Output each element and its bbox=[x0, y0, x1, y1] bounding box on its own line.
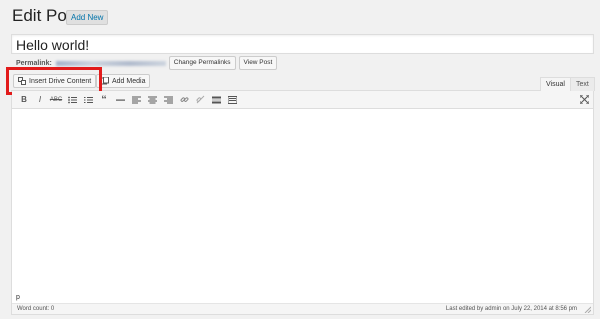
fullscreen-icon[interactable] bbox=[578, 93, 590, 105]
numbered-list-icon[interactable] bbox=[80, 92, 96, 108]
editor-path: p bbox=[16, 294, 20, 301]
tab-text[interactable]: Text bbox=[570, 77, 595, 91]
italic-icon[interactable]: I bbox=[32, 92, 48, 108]
add-media-label: Add Media bbox=[112, 77, 146, 85]
media-icon bbox=[101, 76, 109, 85]
insert-link-icon[interactable] bbox=[176, 92, 192, 108]
last-edited: Last edited by admin on July 22, 2014 at… bbox=[445, 306, 577, 312]
status-bar: Word count: 0 Last edited by admin on Ju… bbox=[12, 303, 593, 314]
align-right-icon[interactable] bbox=[160, 92, 176, 108]
add-new-button[interactable]: Add New bbox=[66, 10, 109, 25]
align-center-icon[interactable] bbox=[144, 92, 160, 108]
read-more-icon[interactable] bbox=[208, 92, 224, 108]
tab-visual[interactable]: Visual bbox=[540, 77, 571, 91]
resize-handle-icon[interactable] bbox=[584, 306, 592, 314]
view-post-button[interactable]: View Post bbox=[238, 56, 278, 70]
editor-frame[interactable] bbox=[11, 90, 594, 315]
word-count: Word count: 0 bbox=[17, 306, 55, 312]
add-media-button[interactable]: Add Media bbox=[96, 74, 151, 88]
change-permalinks-button[interactable]: Change Permalinks bbox=[168, 56, 236, 70]
horizontal-rule-icon[interactable] bbox=[112, 92, 128, 108]
blockquote-icon[interactable]: “ bbox=[96, 92, 112, 108]
remove-link-icon[interactable] bbox=[192, 92, 208, 108]
align-left-icon[interactable] bbox=[128, 92, 144, 108]
permalink-label: Permalink: bbox=[16, 59, 52, 67]
post-title-input[interactable]: Hello world! bbox=[11, 34, 594, 54]
bold-icon[interactable]: B bbox=[16, 92, 32, 108]
permalink-url-blurred[interactable] bbox=[55, 60, 166, 66]
bullet-list-icon[interactable] bbox=[64, 92, 80, 108]
strikethrough-icon[interactable]: ABC bbox=[48, 92, 64, 108]
toolbar-toggle-icon[interactable] bbox=[224, 92, 240, 108]
editor-toolbar: B I ABC “ bbox=[12, 91, 593, 109]
